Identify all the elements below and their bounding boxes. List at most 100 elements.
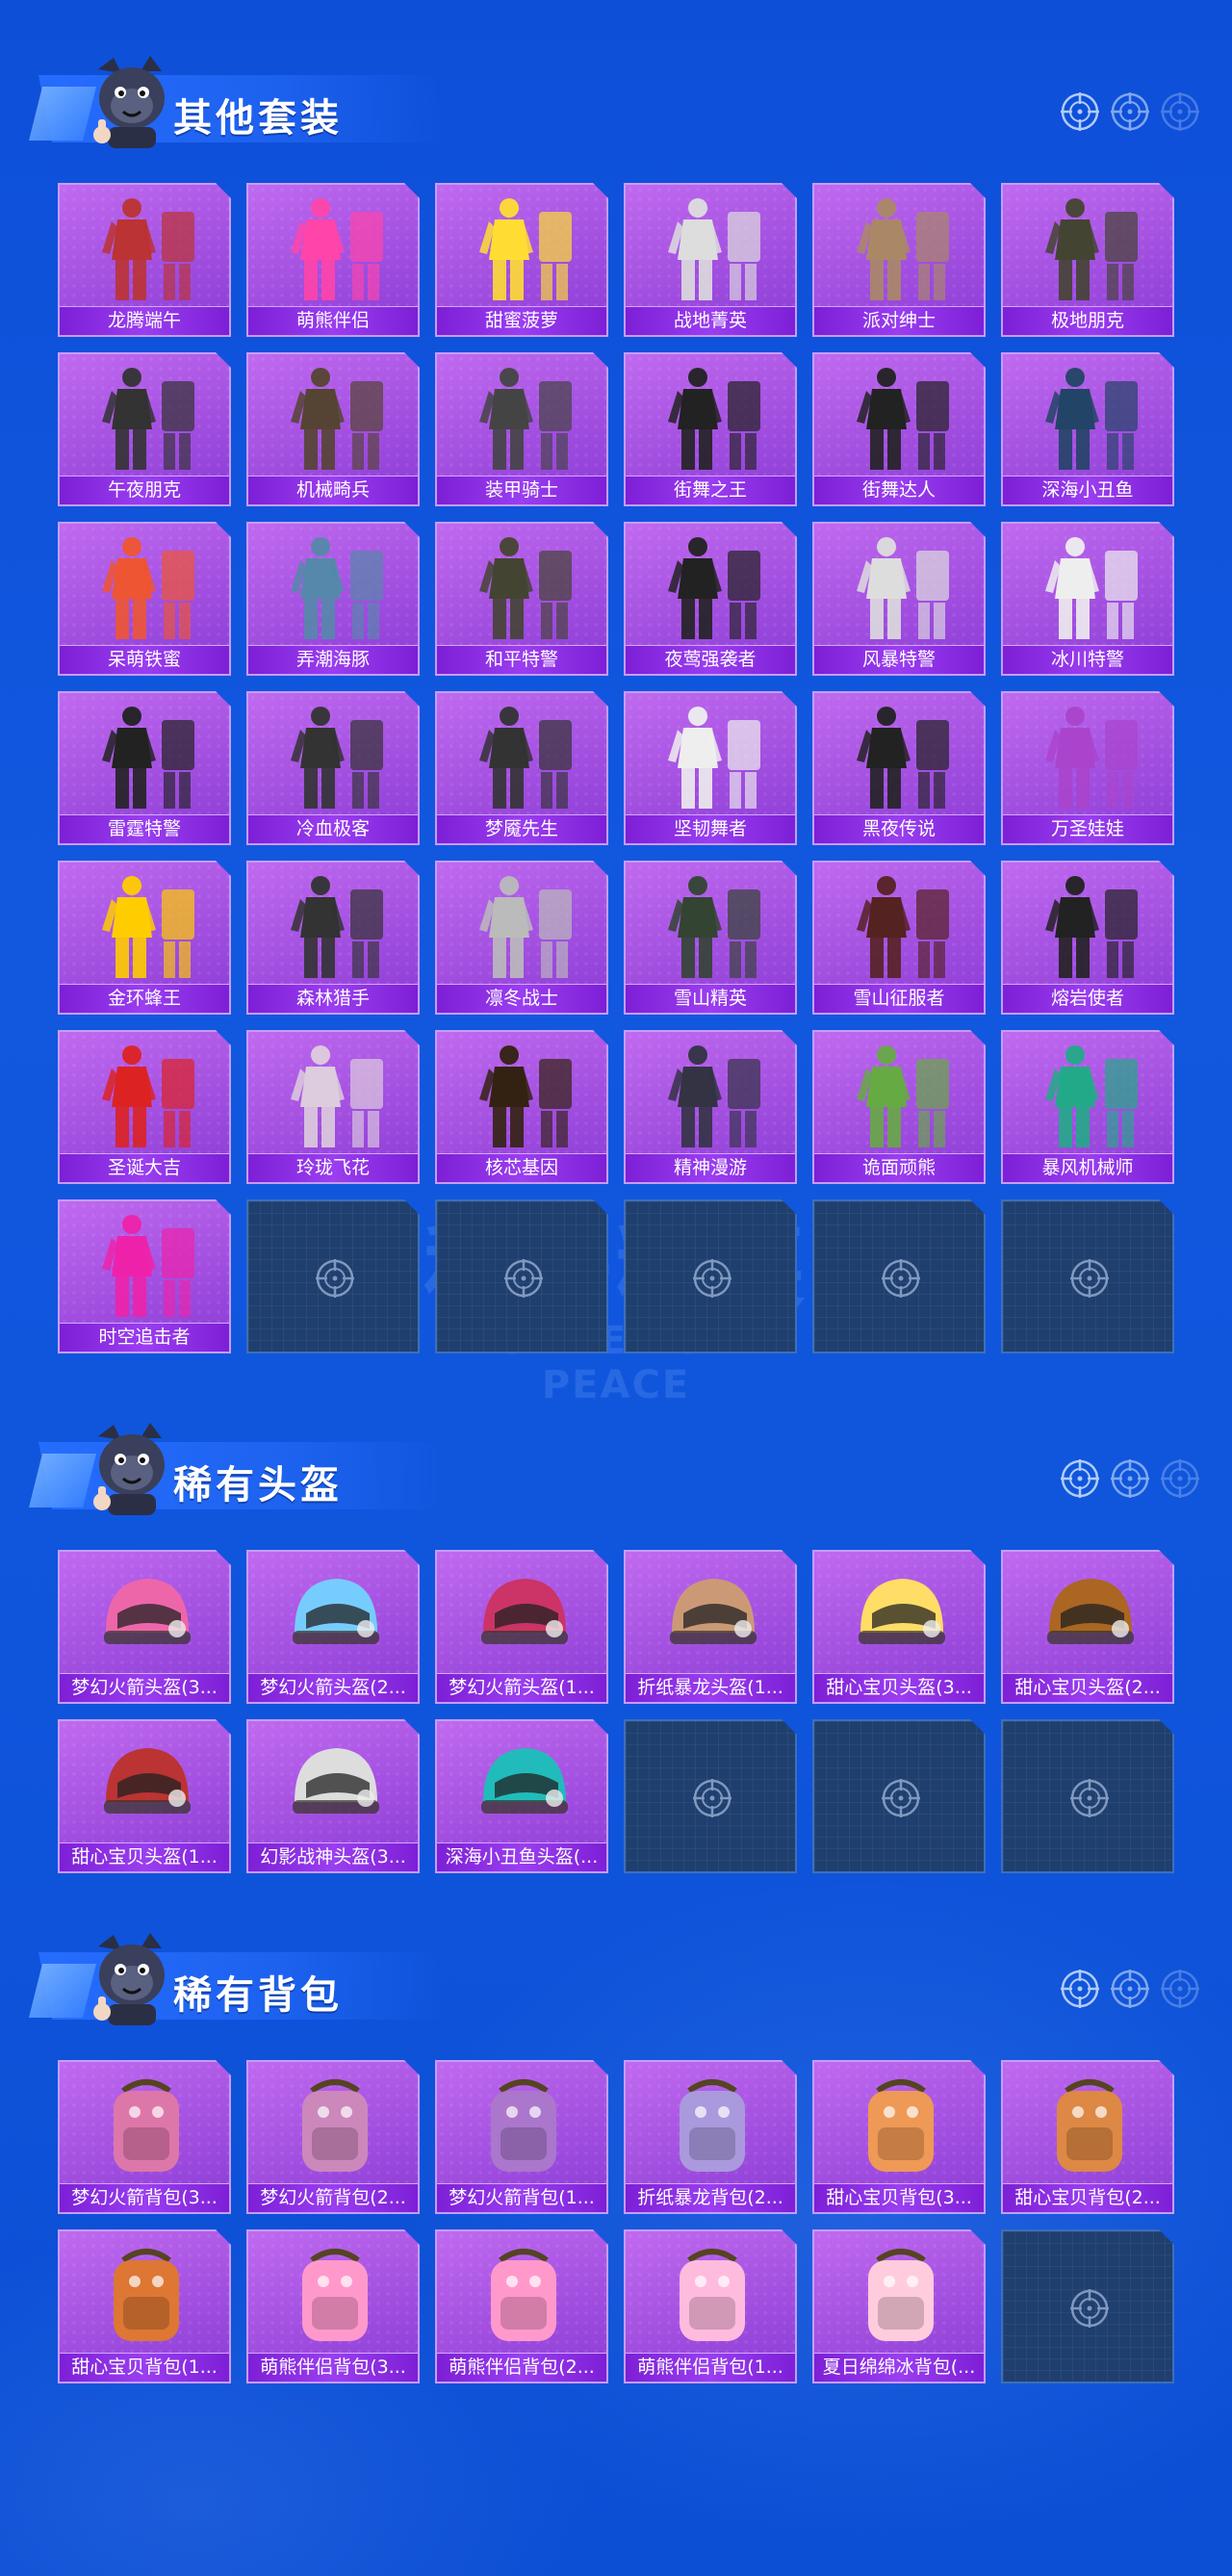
item-card[interactable]: 甜蜜菠萝 — [435, 183, 608, 337]
item-card[interactable]: 夏日绵绵冰背包(... — [812, 2229, 986, 2383]
item-card[interactable]: 极地朋克 — [1001, 183, 1174, 337]
item-name: 森林猎手 — [248, 984, 418, 1013]
item-name: 夜莺强袭者 — [626, 645, 795, 674]
item-card[interactable]: 诡面顽熊 — [812, 1030, 986, 1184]
item-name: 黑夜传说 — [814, 814, 984, 843]
backpack-icon — [277, 2070, 393, 2183]
empty-slot — [1001, 1199, 1174, 1353]
item-card[interactable]: 龙腾端午 — [58, 183, 231, 337]
item-card[interactable]: 圣诞大吉 — [58, 1030, 231, 1184]
outfit-icon — [466, 701, 581, 814]
section-header: 稀有背包 — [29, 1925, 1203, 2031]
item-card[interactable]: 万圣娃娃 — [1001, 691, 1174, 845]
item-card[interactable]: 派对绅士 — [812, 183, 986, 337]
item-name: 深海小丑鱼 — [1003, 476, 1172, 504]
crosshair-icon — [1159, 90, 1201, 133]
mascot-icon — [79, 1419, 185, 1519]
item-card[interactable]: 黑夜传说 — [812, 691, 986, 845]
item-card[interactable]: 深海小丑鱼头盔(... — [435, 1719, 608, 1873]
item-card[interactable]: 雪山征服者 — [812, 861, 986, 1015]
item-card[interactable]: 战地菁英 — [624, 183, 797, 337]
item-card[interactable]: 雷霆特警 — [58, 691, 231, 845]
item-card[interactable]: 深海小丑鱼 — [1001, 352, 1174, 506]
backpack-icon — [654, 2070, 770, 2183]
item-card[interactable]: 梦幻火箭头盔(1... — [435, 1550, 608, 1704]
item-card[interactable]: 核芯基因 — [435, 1030, 608, 1184]
item-card[interactable]: 冷血极客 — [246, 691, 420, 845]
item-name: 萌熊伴侣背包(3... — [248, 2353, 418, 2382]
item-name: 梦幻火箭头盔(1... — [437, 1673, 606, 1702]
item-name: 弄潮海豚 — [248, 645, 418, 674]
item-card[interactable]: 幻影战神头盔(3... — [246, 1719, 420, 1873]
backpack-icon — [843, 2239, 959, 2353]
item-card[interactable]: 雪山精英 — [624, 861, 797, 1015]
item-card[interactable]: 森林猎手 — [246, 861, 420, 1015]
item-name: 和平特警 — [437, 645, 606, 674]
helmet-icon — [466, 1559, 581, 1673]
item-card[interactable]: 凛冬战士 — [435, 861, 608, 1015]
item-card[interactable]: 坚韧舞者 — [624, 691, 797, 845]
item-card[interactable]: 梦魇先生 — [435, 691, 608, 845]
item-name: 战地菁英 — [626, 306, 795, 335]
item-grid: 梦幻火箭头盔(3... 梦幻火箭头盔(2... 梦幻火箭头盔(1... 折纸暴龙… — [58, 1550, 1174, 1873]
section-title: 稀有头盔 — [173, 1463, 343, 1507]
crosshair-icon — [1059, 1457, 1101, 1500]
item-card[interactable]: 折纸暴龙头盔(1... — [624, 1550, 797, 1704]
mascot-icon — [79, 1929, 185, 2029]
item-card[interactable]: 梦幻火箭头盔(2... — [246, 1550, 420, 1704]
crosshair-icon — [1059, 1968, 1101, 2010]
outfit-icon — [843, 701, 959, 814]
item-name: 甜蜜菠萝 — [437, 306, 606, 335]
item-card[interactable]: 梦幻火箭背包(3... — [58, 2060, 231, 2214]
item-card[interactable]: 萌熊伴侣背包(1... — [624, 2229, 797, 2383]
item-name: 时空追击者 — [60, 1323, 229, 1352]
item-card[interactable]: 风暴特警 — [812, 522, 986, 676]
item-name: 梦幻火箭背包(2... — [248, 2183, 418, 2212]
item-card[interactable]: 熔岩使者 — [1001, 861, 1174, 1015]
item-card[interactable]: 玲珑飞花 — [246, 1030, 420, 1184]
item-card[interactable]: 甜心宝贝头盔(2... — [1001, 1550, 1174, 1704]
item-card[interactable]: 甜心宝贝头盔(3... — [812, 1550, 986, 1704]
outfit-icon — [466, 193, 581, 306]
crosshair-icon — [880, 1257, 922, 1300]
section-header: 其他套装 — [29, 48, 1203, 154]
item-card[interactable]: 梦幻火箭头盔(3... — [58, 1550, 231, 1704]
item-grid: 梦幻火箭背包(3... 梦幻火箭背包(2... 梦幻火箭背包(1... 折纸暴龙… — [58, 2060, 1174, 2383]
outfit-icon — [1032, 870, 1147, 984]
item-card[interactable]: 梦幻火箭背包(2... — [246, 2060, 420, 2214]
item-card[interactable]: 弄潮海豚 — [246, 522, 420, 676]
crosshair-icon — [1068, 1777, 1111, 1819]
item-card[interactable]: 和平特警 — [435, 522, 608, 676]
item-card[interactable]: 精神漫游 — [624, 1030, 797, 1184]
item-card[interactable]: 甜心宝贝背包(1... — [58, 2229, 231, 2383]
item-card[interactable]: 折纸暴龙背包(2... — [624, 2060, 797, 2214]
item-card[interactable]: 冰川特警 — [1001, 522, 1174, 676]
helmet-icon — [89, 1559, 204, 1673]
item-card[interactable]: 甜心宝贝背包(2... — [1001, 2060, 1174, 2214]
item-card[interactable]: 呆萌铁蜜 — [58, 522, 231, 676]
item-card[interactable]: 时空追击者 — [58, 1199, 231, 1353]
item-name: 诡面顽熊 — [814, 1153, 984, 1182]
backpack-icon — [466, 2239, 581, 2353]
outfit-icon — [277, 531, 393, 645]
item-card[interactable]: 街舞达人 — [812, 352, 986, 506]
item-card[interactable]: 街舞之王 — [624, 352, 797, 506]
item-grid: 龙腾端午 萌熊伴侣 甜蜜菠萝 战地菁英 派对绅士 极地朋克 午夜朋克 机械畸兵 … — [58, 183, 1174, 1353]
outfit-icon — [89, 1040, 204, 1153]
item-card[interactable]: 夜莺强袭者 — [624, 522, 797, 676]
item-card[interactable]: 萌熊伴侣 — [246, 183, 420, 337]
item-card[interactable]: 装甲骑士 — [435, 352, 608, 506]
item-card[interactable]: 机械畸兵 — [246, 352, 420, 506]
item-card[interactable]: 甜心宝贝头盔(1... — [58, 1719, 231, 1873]
item-name: 雪山精英 — [626, 984, 795, 1013]
item-card[interactable]: 萌熊伴侣背包(3... — [246, 2229, 420, 2383]
item-card[interactable]: 梦幻火箭背包(1... — [435, 2060, 608, 2214]
item-card[interactable]: 金环蜂王 — [58, 861, 231, 1015]
helmet-icon — [277, 1729, 393, 1842]
item-name: 精神漫游 — [626, 1153, 795, 1182]
outfit-icon — [654, 193, 770, 306]
item-card[interactable]: 萌熊伴侣背包(2... — [435, 2229, 608, 2383]
item-card[interactable]: 午夜朋克 — [58, 352, 231, 506]
item-card[interactable]: 暴风机械师 — [1001, 1030, 1174, 1184]
item-card[interactable]: 甜心宝贝背包(3... — [812, 2060, 986, 2214]
